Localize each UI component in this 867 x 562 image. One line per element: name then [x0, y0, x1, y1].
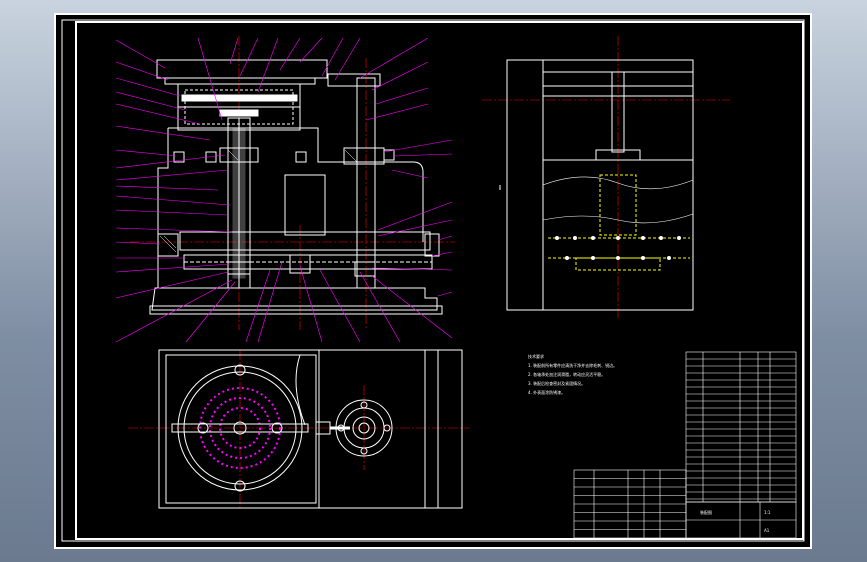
drawing-title: 装配图: [700, 509, 712, 515]
notes-line-4: 4. 外表面涂防锈漆。: [528, 389, 565, 395]
cad-drawing-sheet: 技术要求 1. 装配前所有零件应清洗干净并去除毛刺、锐边。 2. 各轴承处加注润…: [54, 13, 812, 549]
notes-line-1: 1. 装配前所有零件应清洗干净并去除毛刺、锐边。: [528, 362, 617, 368]
notes-title: 技术要求: [528, 353, 544, 359]
sheet-outer-frame: [54, 13, 812, 549]
notes-line-2: 2. 各轴承处加注润滑脂，转动应灵活平稳。: [528, 371, 605, 377]
drawing-scale: 1:1: [764, 510, 771, 515]
notes-line-3: 3. 装配后检查密封及紧固情况。: [528, 380, 585, 386]
drawing-sheet-size: A1: [764, 528, 770, 533]
